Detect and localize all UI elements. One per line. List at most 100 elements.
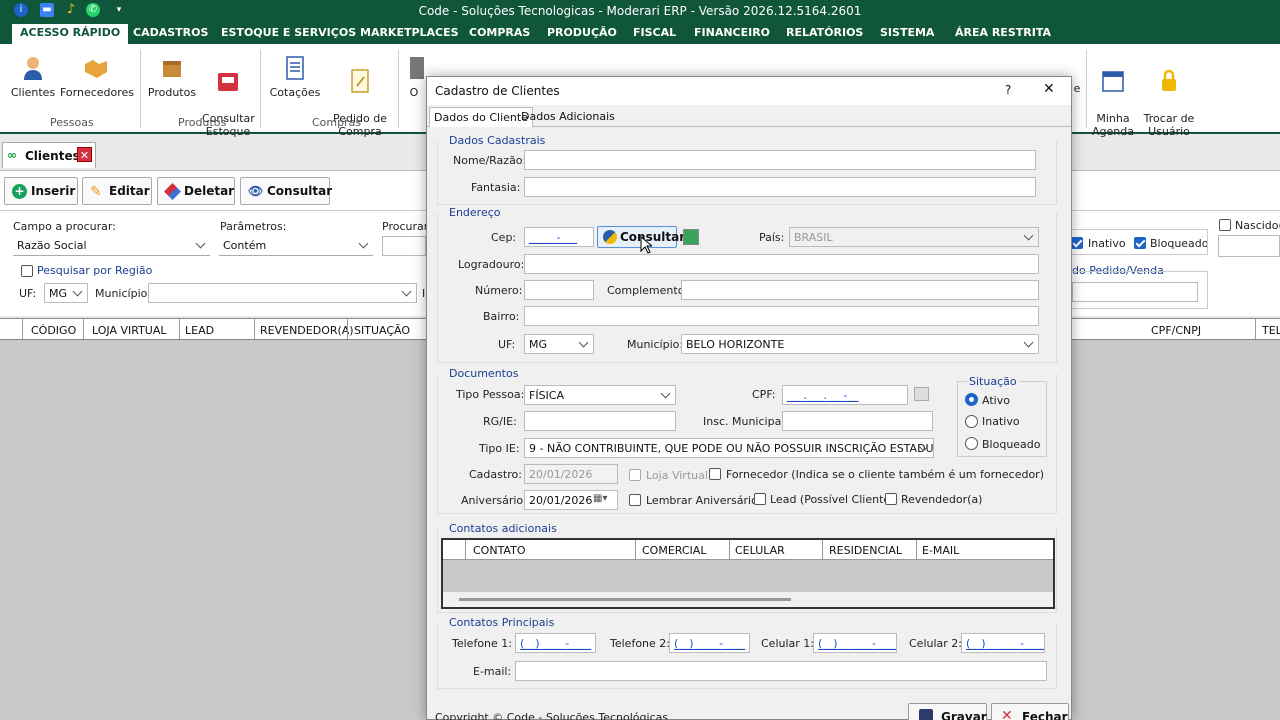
close-dialog-icon[interactable]: ✕ bbox=[1043, 81, 1055, 97]
tab-clientes[interactable]: ∞ Clientes ✕ bbox=[2, 142, 96, 168]
col-revendedor[interactable]: REVENDEDOR(A) bbox=[260, 324, 354, 337]
col-contato[interactable]: CONTATO bbox=[473, 544, 525, 557]
produtos-button[interactable]: Produtos bbox=[146, 54, 198, 99]
logradouro-input[interactable] bbox=[524, 254, 1039, 274]
col-celular[interactable]: CELULAR bbox=[735, 544, 785, 557]
menu-acesso-rapido[interactable]: ACESSO RÁPIDO bbox=[12, 24, 129, 44]
menu-area-restrita[interactable]: ÁREA RESTRITA bbox=[955, 26, 1051, 39]
nome-input[interactable] bbox=[524, 150, 1036, 170]
col-codigo[interactable]: CÓDIGO bbox=[31, 324, 76, 337]
fantasia-input[interactable] bbox=[524, 177, 1036, 197]
menu-sistema[interactable]: SISTEMA bbox=[880, 26, 934, 39]
bairro-input[interactable] bbox=[524, 306, 1039, 326]
pais-select[interactable]: BRASIL bbox=[789, 227, 1039, 247]
map-icon[interactable] bbox=[683, 229, 699, 245]
clientes-button[interactable]: Clientes bbox=[10, 54, 56, 99]
procurar-input[interactable] bbox=[382, 236, 426, 256]
col-cpf-cnpj[interactable]: CPF/CNPJ bbox=[1151, 324, 1201, 337]
inserir-button[interactable]: + Inserir bbox=[4, 177, 78, 205]
minha-agenda-button[interactable]: Minha Agenda bbox=[1090, 54, 1136, 138]
nome-label: Nome/Razão: bbox=[453, 154, 527, 167]
rgie-input[interactable] bbox=[524, 411, 676, 431]
contatos-scrollbar[interactable] bbox=[443, 592, 1053, 607]
col-loja-virtual[interactable]: LOJA VIRTUAL bbox=[92, 324, 167, 337]
tipo-pessoa-select[interactable]: FÍSICA bbox=[524, 385, 676, 405]
calendar-dropdown-icon[interactable]: ▦▾ bbox=[593, 493, 607, 504]
nascidos-checkbox[interactable] bbox=[1219, 219, 1231, 231]
fechar-button[interactable]: ✕ Fechar bbox=[991, 703, 1069, 720]
col-comercial[interactable]: COMERCIAL bbox=[642, 544, 706, 557]
gravar-label: Gravar bbox=[941, 710, 987, 720]
tab-dados-adicionais[interactable]: Dados Adicionais bbox=[517, 107, 619, 127]
municipio-select[interactable] bbox=[148, 283, 417, 303]
parametros-select[interactable]: Contém bbox=[219, 236, 373, 256]
menu-producao[interactable]: PRODUÇÃO bbox=[547, 26, 617, 39]
menu-relatorios[interactable]: RELATÓRIOS bbox=[786, 26, 863, 39]
hidden-ribbon-label-e: e bbox=[1072, 82, 1082, 95]
cotacoes-label: Cotações bbox=[269, 86, 321, 99]
complemento-input[interactable] bbox=[681, 280, 1039, 300]
deletar-label: Deletar bbox=[184, 184, 235, 198]
parametros-label: Parâmetros: bbox=[220, 220, 287, 233]
telefone1-input[interactable]: (__) ____-____ bbox=[515, 633, 596, 653]
nascidos-label: Nascido(s) bbox=[1235, 219, 1280, 232]
municipio-endereco-label: Município: bbox=[627, 338, 684, 351]
uf-endereco-select[interactable]: MG bbox=[524, 334, 594, 354]
regiao-checkbox[interactable] bbox=[21, 265, 33, 277]
deletar-button[interactable]: Deletar bbox=[157, 177, 235, 205]
nascidos-input[interactable] bbox=[1218, 235, 1280, 257]
floppy-icon bbox=[919, 709, 933, 720]
campo-label: Campo a procurar: bbox=[13, 220, 116, 233]
col-lead[interactable]: LEAD bbox=[185, 324, 214, 337]
col-situacao[interactable]: SITUAÇÃO bbox=[354, 324, 410, 337]
celular2-input[interactable]: (__) _ ____-____ bbox=[961, 633, 1045, 653]
email-input[interactable] bbox=[515, 661, 1047, 681]
lembrar-checkbox[interactable] bbox=[629, 494, 641, 506]
telefone2-input[interactable]: (__) ____-____ bbox=[669, 633, 750, 653]
numero-input[interactable] bbox=[524, 280, 594, 300]
dialog-title: Cadastro de Clientes bbox=[435, 84, 560, 98]
minha-agenda-label: Minha Agenda bbox=[1092, 112, 1134, 138]
menu-marketplaces[interactable]: MARKETPLACES bbox=[360, 26, 459, 39]
fornecedor-checkbox[interactable] bbox=[709, 468, 721, 480]
menu-compras[interactable]: COMPRAS bbox=[469, 26, 530, 39]
cep-input[interactable]: _____-___ bbox=[524, 227, 594, 247]
insc-municipal-label: Insc. Municipal: bbox=[703, 415, 789, 428]
col-tel[interactable]: TEL bbox=[1262, 324, 1280, 337]
tipo-ie-select[interactable]: 9 - NÃO CONTRIBUINTE, QUE PODE OU NÃO PO… bbox=[524, 438, 934, 458]
insc-municipal-input[interactable] bbox=[782, 411, 933, 431]
municipio-endereco-select[interactable]: BELO HORIZONTE bbox=[681, 334, 1039, 354]
contatos-grid[interactable]: CONTATO COMERCIAL CELULAR RESIDENCIAL E-… bbox=[441, 538, 1055, 609]
revendedor-checkbox[interactable] bbox=[885, 493, 897, 505]
col-email[interactable]: E-MAIL bbox=[922, 544, 959, 557]
ribbon-separator bbox=[1086, 50, 1087, 128]
hidden-ribbon-button[interactable]: O bbox=[404, 54, 424, 99]
consultar-toolbar-button[interactable]: 👁 Consultar bbox=[240, 177, 332, 205]
lead-checkbox[interactable] bbox=[754, 493, 766, 505]
cotacoes-button[interactable]: Cotações bbox=[268, 54, 322, 99]
situacao-ativo-radio[interactable] bbox=[965, 393, 978, 406]
cpf-lookup-icon[interactable] bbox=[914, 387, 929, 401]
scrollbar-thumb[interactable] bbox=[459, 598, 791, 601]
fornecedores-button[interactable]: Fornecedores bbox=[60, 54, 134, 99]
menu-fiscal[interactable]: FISCAL bbox=[633, 26, 676, 39]
menu-cadastros[interactable]: CADASTROS bbox=[133, 26, 208, 39]
editar-button[interactable]: ✎ Editar bbox=[82, 177, 152, 205]
close-tab-icon[interactable]: ✕ bbox=[77, 147, 92, 162]
consultar-cep-button[interactable]: Consultar bbox=[597, 226, 685, 248]
help-icon[interactable]: ? bbox=[1005, 83, 1011, 97]
numero-label: Número: bbox=[475, 284, 523, 297]
celular1-input[interactable]: (__) _ ____-____ bbox=[813, 633, 897, 653]
tipo-pessoa-label: Tipo Pessoa: bbox=[456, 388, 525, 401]
situacao-inativo-radio[interactable] bbox=[965, 415, 978, 428]
gravar-button[interactable]: Gravar bbox=[908, 703, 987, 720]
menu-estoque-servicos[interactable]: ESTOQUE E SERVIÇOS bbox=[221, 26, 356, 39]
menu-financeiro[interactable]: FINANCEIRO bbox=[694, 26, 770, 39]
cpf-label: CPF: bbox=[752, 388, 776, 401]
cpf-input[interactable]: ___.___.___-__ bbox=[782, 385, 908, 405]
trocar-usuario-button[interactable]: Trocar de Usuário bbox=[1142, 54, 1196, 138]
col-residencial[interactable]: RESIDENCIAL bbox=[829, 544, 902, 557]
situacao-bloqueado-radio[interactable] bbox=[965, 437, 978, 450]
uf-select[interactable]: MG bbox=[44, 283, 88, 303]
campo-select[interactable]: Razão Social bbox=[13, 236, 210, 256]
